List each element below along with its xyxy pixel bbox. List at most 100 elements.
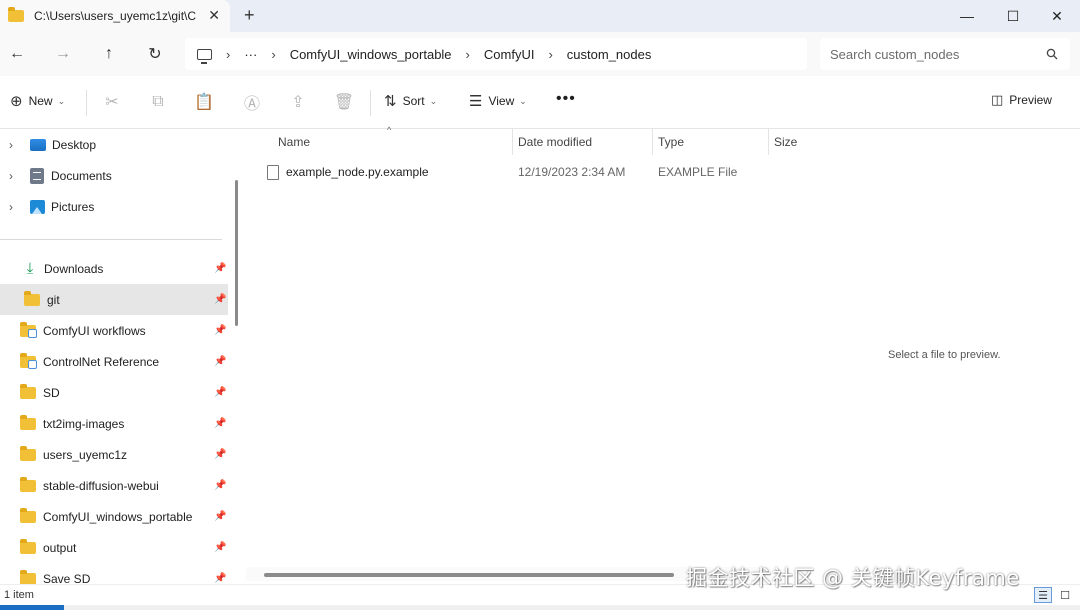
new-tab-button[interactable]: + (244, 5, 255, 26)
pin-icon[interactable]: 📌 (214, 418, 226, 429)
chevron-right-icon[interactable]: › (9, 169, 13, 183)
explorer-tab[interactable]: C:\Users\users_uyemc1z\git\Co ✕ (0, 0, 230, 32)
file-row[interactable]: example_node.py.example 12/19/2023 2:34 … (258, 160, 768, 184)
sort-ascending-icon: ^ (387, 125, 392, 135)
desktop-icon (30, 138, 46, 151)
view-button[interactable]: ☰ View ⌄ (469, 92, 527, 110)
folder-icon (20, 445, 36, 461)
folder-icon (20, 414, 36, 430)
chevron-down-icon: ⌄ (519, 95, 527, 106)
folder-icon (24, 290, 40, 306)
sidebar-item-git[interactable]: git 📌 (0, 284, 228, 315)
file-icon (267, 164, 279, 180)
view-lines-icon: ☰ (469, 93, 483, 110)
sidebar-item-output[interactable]: output 📌 (0, 532, 228, 563)
file-name: example_node.py.example (286, 165, 429, 179)
file-date: 12/19/2023 2:34 AM (518, 165, 626, 179)
sidebar-item-label: txt2img-images (43, 416, 125, 431)
new-button[interactable]: ⊕ New ⌄ (10, 92, 65, 110)
sidebar-item-label: users_uyemc1z (43, 447, 128, 462)
command-bar: ⊕ New ⌄ ✂ ⧉ 📋 Ⓐ ⇪ 🗑 ⇅ Sort ⌄ ☰ View ⌄ ••… (0, 76, 1080, 129)
chevron-right-icon[interactable]: › (9, 200, 13, 214)
sidebar-item-comfyui-windows-portable[interactable]: ComfyUI_windows_portable 📌 (0, 501, 228, 532)
sidebar-item-controlnet-reference[interactable]: ControlNet Reference 📌 (0, 346, 228, 377)
sidebar-item-users-uyemc1z[interactable]: users_uyemc1z 📌 (0, 439, 228, 470)
pin-icon[interactable]: 📌 (214, 356, 226, 367)
paste-icon[interactable]: 📋 (192, 90, 216, 114)
preview-pane: Size Select a file to preview. (770, 129, 1080, 584)
folder-icon (20, 352, 37, 369)
breadcrumb-more[interactable]: ··· (244, 47, 257, 62)
preview-pane-icon: ◫ (991, 92, 1004, 107)
pin-icon[interactable]: 📌 (214, 325, 226, 336)
forward-button[interactable]: → (50, 42, 76, 66)
column-header-size[interactable]: Size (774, 129, 797, 155)
sidebar-item-downloads[interactable]: ⤓ Downloads 📌 (0, 253, 228, 284)
preview-label: Preview (1009, 93, 1052, 107)
tiles-view-toggle[interactable]: ☐ (1056, 587, 1074, 603)
maximize-button[interactable]: ☐ (990, 0, 1036, 32)
pin-icon[interactable]: 📌 (214, 263, 226, 274)
column-header-date[interactable]: Date modified (518, 129, 592, 155)
column-header-type[interactable]: Type (658, 129, 684, 155)
sort-icon: ⇅ (384, 93, 397, 110)
preview-message: Select a file to preview. (888, 349, 1001, 361)
sidebar-item-documents[interactable]: › Documents (0, 160, 228, 191)
column-divider[interactable] (768, 129, 769, 155)
pin-icon[interactable]: 📌 (214, 573, 226, 584)
pin-icon[interactable]: 📌 (214, 387, 226, 398)
sidebar-item-comfyui-workflows[interactable]: ComfyUI workflows 📌 (0, 315, 228, 346)
more-options-button[interactable]: ••• (556, 90, 576, 108)
toolbar-divider (370, 90, 371, 116)
navigation-pane: › Desktop › Documents › Pictures ⤓ Downl… (0, 129, 230, 584)
sidebar-item-sd[interactable]: SD 📌 (0, 377, 228, 408)
minimize-button[interactable]: — (944, 0, 990, 32)
details-view-toggle[interactable]: ☰ (1034, 587, 1052, 603)
back-button[interactable]: ← (4, 42, 30, 66)
close-window-button[interactable]: ✕ (1034, 0, 1080, 32)
address-bar[interactable]: › ··· › ComfyUI_windows_portable › Comfy… (185, 38, 807, 70)
refresh-button[interactable]: ↻ (142, 42, 168, 66)
breadcrumb-comfyui-portable[interactable]: ComfyUI_windows_portable (290, 47, 452, 62)
pin-icon[interactable]: 📌 (214, 449, 226, 460)
pin-icon[interactable]: 📌 (214, 294, 226, 305)
sidebar-item-label: Pictures (51, 199, 95, 214)
share-icon[interactable]: ⇪ (286, 90, 310, 114)
sidebar-scrollbar[interactable] (235, 180, 238, 326)
breadcrumb-comfyui[interactable]: ComfyUI (484, 47, 535, 62)
column-divider[interactable] (512, 129, 513, 155)
breadcrumb-custom-nodes[interactable]: custom_nodes (567, 47, 652, 62)
preview-button[interactable]: ◫ Preview (991, 92, 1052, 108)
pin-icon[interactable]: 📌 (214, 480, 226, 491)
sidebar-item-label: ComfyUI_windows_portable (43, 509, 193, 524)
sort-button[interactable]: ⇅ Sort ⌄ (384, 92, 437, 110)
pin-icon[interactable]: 📌 (214, 542, 226, 553)
sidebar-item-label: Desktop (52, 137, 97, 152)
horizontal-scrollbar[interactable] (264, 573, 674, 577)
sidebar-item-txt2img-images[interactable]: txt2img-images 📌 (0, 408, 228, 439)
column-header-name[interactable]: Name (278, 129, 310, 155)
rename-icon[interactable]: Ⓐ (240, 90, 264, 114)
column-divider[interactable] (652, 129, 653, 155)
monitor-icon (197, 48, 212, 64)
new-label: New (28, 94, 53, 108)
cut-icon[interactable]: ✂ (100, 90, 124, 114)
sidebar-item-pictures[interactable]: › Pictures (0, 191, 228, 222)
sidebar-item-label: Downloads (44, 261, 104, 276)
up-button[interactable]: ↑ (96, 42, 122, 66)
chevron-right-icon[interactable]: › (9, 138, 13, 152)
breadcrumb-chevron-icon: › (271, 46, 276, 62)
taskbar-strip (64, 605, 1080, 610)
sidebar-item-stable-diffusion-webui[interactable]: stable-diffusion-webui 📌 (0, 470, 228, 501)
sidebar-item-save-sd[interactable]: Save SD 📌 (0, 563, 228, 584)
delete-icon[interactable]: 🗑 (332, 90, 356, 114)
tab-close-icon[interactable]: ✕ (208, 7, 220, 24)
search-input[interactable] (820, 38, 1070, 70)
pin-icon[interactable]: 📌 (214, 511, 226, 522)
title-bar: C:\Users\users_uyemc1z\git\Co ✕ + — ☐ ✕ (0, 0, 1080, 32)
sidebar-item-desktop[interactable]: › Desktop (0, 129, 228, 160)
copy-icon[interactable]: ⧉ (146, 90, 170, 114)
sidebar-item-label: SD (43, 385, 60, 400)
sidebar-item-label: Save SD (43, 571, 91, 585)
breadcrumb-chevron-icon: › (226, 46, 231, 62)
